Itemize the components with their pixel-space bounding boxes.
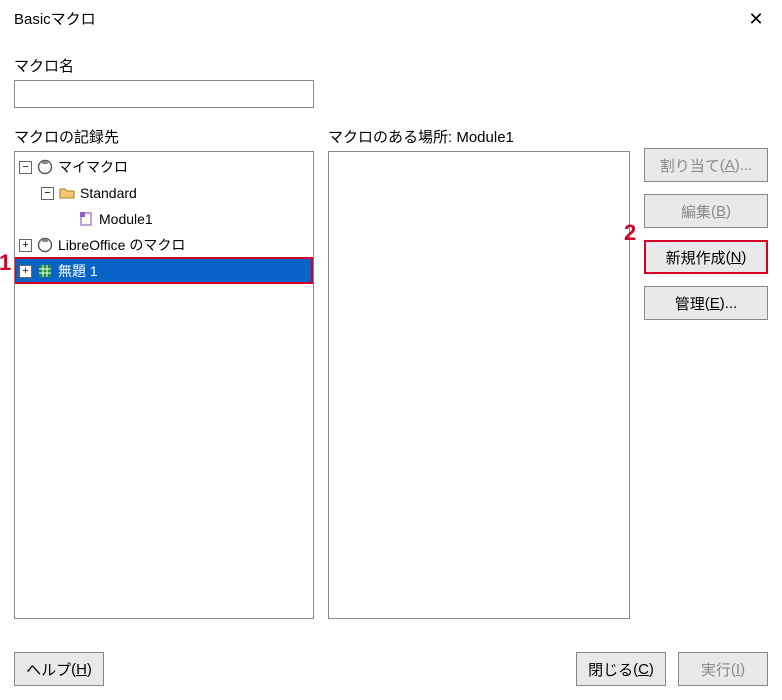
run-button[interactable]: 実行(I) <box>678 652 768 686</box>
close-button[interactable]: 閉じる(C) <box>576 652 666 686</box>
collapse-icon[interactable]: − <box>41 187 54 200</box>
tree-item-standard[interactable]: − Standard <box>15 180 313 206</box>
library-icon <box>36 158 54 176</box>
tree-item-module1[interactable]: Module1 <box>15 206 313 232</box>
macro-name-label: マクロ名 <box>14 55 768 76</box>
collapse-icon[interactable]: − <box>19 161 32 174</box>
help-button[interactable]: ヘルプ(H) <box>14 652 104 686</box>
tree-item-label: LibreOffice のマクロ <box>58 235 185 255</box>
tree-item-label: 無題 1 <box>58 261 98 281</box>
folder-icon <box>58 184 76 202</box>
edit-button[interactable]: 編集(B) <box>644 194 768 228</box>
close-icon[interactable]: ✕ <box>744 10 768 28</box>
record-to-label: マクロの記録先 <box>14 126 314 147</box>
library-icon <box>36 236 54 254</box>
tree-item-label: マイマクロ <box>58 157 128 177</box>
expand-icon[interactable]: + <box>19 239 32 252</box>
dialog-title: Basicマクロ <box>14 8 96 29</box>
tree-item-label: Module1 <box>99 211 153 227</box>
expand-icon[interactable]: + <box>19 265 32 278</box>
annotation-number-1: 1 <box>0 250 11 276</box>
macro-list[interactable] <box>328 151 630 619</box>
annotation-number-2: 2 <box>624 220 636 246</box>
tree-item-libreoffice-macros[interactable]: + LibreOffice のマクロ <box>15 232 313 258</box>
spreadsheet-icon <box>36 262 54 280</box>
module-icon <box>77 210 95 228</box>
macro-tree[interactable]: − マイマクロ − Standard <box>14 151 314 619</box>
manage-button[interactable]: 管理(E)... <box>644 286 768 320</box>
tree-item-my-macros[interactable]: − マイマクロ <box>15 154 313 180</box>
tree-item-untitled1[interactable]: + 無題 1 <box>15 258 313 284</box>
macro-name-input[interactable] <box>14 80 314 108</box>
new-button[interactable]: 新規作成(N) <box>644 240 768 274</box>
assign-button[interactable]: 割り当て(A)... <box>644 148 768 182</box>
macro-location-label: マクロのある場所: Module1 <box>328 126 630 147</box>
tree-item-label: Standard <box>80 185 137 201</box>
